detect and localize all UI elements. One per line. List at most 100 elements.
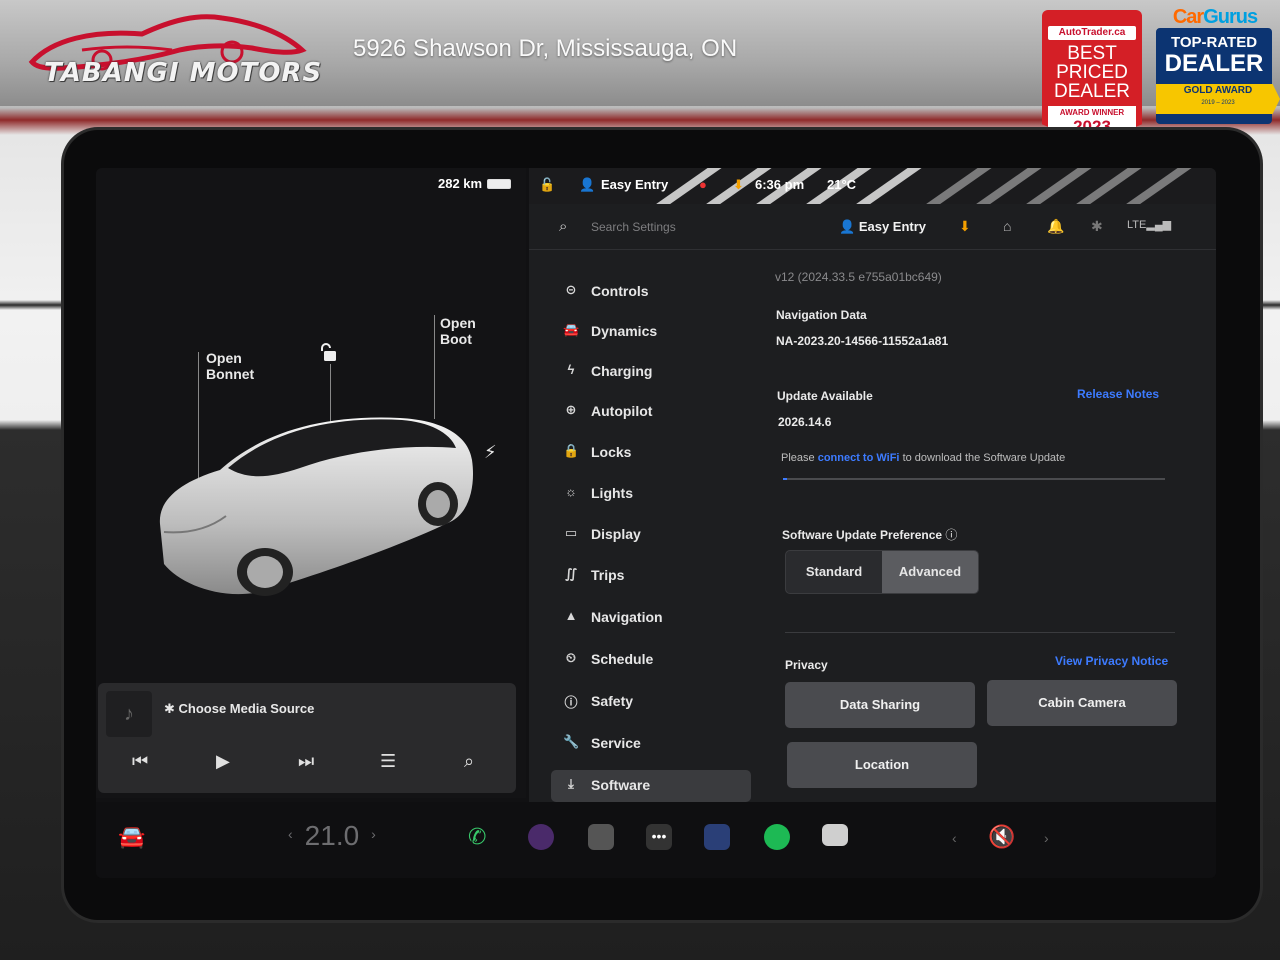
cargurus-brand: CarGurus xyxy=(1172,6,1258,28)
cargurus-years: 2019 – 2023 xyxy=(1201,100,1235,106)
spotify-icon[interactable] xyxy=(764,824,790,850)
car-model-image xyxy=(159,417,474,596)
search-icon: ⌕ xyxy=(559,218,568,235)
nav-navigation[interactable]: ▲ Navigation xyxy=(551,602,751,634)
status-profile[interactable]: Easy Entry xyxy=(601,177,668,192)
more-apps-icon[interactable]: ••• xyxy=(646,824,672,850)
battery-icon xyxy=(487,179,511,189)
climate-temperature[interactable]: ‹ 21.0 › xyxy=(276,820,388,852)
nav-software[interactable]: ⤓ Software xyxy=(551,770,751,802)
play-icon[interactable]: ▶ xyxy=(216,751,230,772)
status-download-icon: ⬇ xyxy=(733,177,744,192)
temp-up-icon[interactable]: › xyxy=(371,826,376,842)
car-icon[interactable]: 🚘 xyxy=(118,824,145,850)
software-version: v12 (2024.33.5 e755a01bc649) xyxy=(775,270,942,284)
bluetooth-status-icon[interactable]: ✱ xyxy=(1091,218,1103,235)
navigation-app-icon[interactable] xyxy=(704,824,730,850)
wrench-icon: 🔧 xyxy=(563,734,580,749)
nav-display[interactable]: ▭ Display xyxy=(551,519,751,551)
previous-track-icon[interactable]: ⏮ xyxy=(132,751,148,772)
home-icon[interactable]: ⌂ xyxy=(1003,218,1011,234)
connect-wifi-link[interactable]: connect to WiFi xyxy=(818,452,900,464)
unlock-icon[interactable] xyxy=(318,342,340,364)
bottom-dock: 🚘 ‹ 21.0 › ✆ ••• ‹ 🔇 › xyxy=(96,802,1216,878)
phone-key-icon: 🔓 xyxy=(539,177,556,192)
cargurus-award: GOLD AWARD xyxy=(1183,85,1253,96)
media-source-label: Choose Media Source xyxy=(178,701,315,716)
autotrader-line2: PRICED xyxy=(1056,62,1128,83)
status-bar: 🔓 👤 Easy Entry ● ⬇ 6:36 pm 21°C xyxy=(529,168,1216,204)
location-button[interactable]: Location xyxy=(787,742,977,788)
navigation-icon: ▲ xyxy=(564,608,578,623)
charge-port-icon[interactable]: ⚡ xyxy=(484,442,497,463)
bolt-icon: ϟ xyxy=(567,362,575,377)
battery-range: 282 km xyxy=(438,176,483,191)
nav-autopilot[interactable]: ⊕ Autopilot xyxy=(551,396,751,428)
mute-icon[interactable]: 🔇 xyxy=(988,824,1015,850)
trips-icon: ∬ xyxy=(564,566,578,581)
download-icon[interactable]: ⬇ xyxy=(959,218,971,235)
nav-data-title: Navigation Data xyxy=(776,308,867,322)
settings-search-row: ⌕ Search Settings 👤 Easy Entry ⬇ ⌂ 🔔 ✱ L… xyxy=(529,208,1216,250)
autotrader-badge: AutoTrader.ca BEST PRICED DEALER AWARD W… xyxy=(1042,10,1142,146)
camera-icon[interactable] xyxy=(588,824,614,850)
wifi-message: Please connect to WiFi to download the S… xyxy=(781,452,1066,464)
autotrader-line3: DEALER xyxy=(1053,81,1131,102)
volume-up-arrow-icon[interactable]: › xyxy=(1044,830,1049,846)
open-bonnet-button[interactable]: Open Bonnet xyxy=(206,350,254,382)
view-privacy-notice-link[interactable]: View Privacy Notice xyxy=(1055,654,1168,668)
open-boot-button[interactable]: Open Boot xyxy=(440,315,476,347)
next-track-icon[interactable]: ⏭ xyxy=(298,751,314,772)
media-search-icon[interactable]: ⌕ xyxy=(464,751,474,772)
dealer-name: TABANGI MOTORS xyxy=(44,58,323,88)
nav-dynamics[interactable]: 🚘 Dynamics xyxy=(551,316,751,348)
touchscreen: 282 km Open Bonnet Open Boot ⚡ ♪ ✱ Choos… xyxy=(96,168,1216,878)
nav-safety[interactable]: ⓘ Safety xyxy=(551,686,751,718)
nav-data-value: NA-2023.20-14566-11552a1a81 xyxy=(776,334,949,348)
nav-locks[interactable]: 🔒 Locks xyxy=(551,437,751,469)
profile-icon: 👤 xyxy=(579,177,596,192)
lte-signal-icon: LTE▂▄▆ xyxy=(1127,219,1172,231)
equalizer-icon[interactable]: ☰ xyxy=(380,751,396,772)
toggle-icon: ⊝ xyxy=(565,282,577,297)
dealer-address: 5926 Shawson Dr, Mississauga, ON xyxy=(353,35,738,62)
nav-controls[interactable]: ⊝ Controls xyxy=(551,276,751,308)
music-note-icon: ♪ xyxy=(106,691,152,737)
update-preference-title: Software Update Preference ⓘ xyxy=(782,528,958,542)
display-icon: ▭ xyxy=(564,525,578,540)
section-divider xyxy=(785,632,1175,633)
cargurus-gold-ribbon: GOLD AWARD 2019 – 2023 xyxy=(1156,84,1280,114)
calendar-icon[interactable] xyxy=(822,824,848,846)
pref-advanced-option[interactable]: Advanced xyxy=(882,551,978,593)
recording-icon: ● xyxy=(699,177,707,192)
settings-panel: 🔓 👤 Easy Entry ● ⬇ 6:36 pm 21°C ⌕ Search… xyxy=(529,168,1216,802)
release-notes-link[interactable]: Release Notes xyxy=(1077,387,1159,401)
download-progress-bar xyxy=(783,478,1165,480)
phone-icon[interactable]: ✆ xyxy=(468,824,486,850)
choose-media-source[interactable]: ✱ Choose Media Source xyxy=(164,701,314,717)
update-version: 2026.14.6 xyxy=(778,415,832,429)
update-preference-selector: Standard Advanced xyxy=(785,550,979,594)
nav-trips[interactable]: ∬ Trips xyxy=(551,560,751,592)
volume-down-arrow-icon[interactable]: ‹ xyxy=(952,830,957,846)
driver-profile-button[interactable]: 👤 Easy Entry xyxy=(839,219,926,235)
search-settings-input[interactable]: Search Settings xyxy=(591,220,676,234)
media-player: ♪ ✱ Choose Media Source ⏮ ▶ ⏭ ☰ ⌕ xyxy=(98,683,516,793)
camera-lens-icon[interactable] xyxy=(528,824,554,850)
status-time: 6:36 pm xyxy=(755,177,805,192)
cargurus-line1: TOP-RATED xyxy=(1170,34,1258,51)
nav-service[interactable]: 🔧 Service xyxy=(551,728,751,760)
update-available-title: Update Available xyxy=(777,389,873,403)
bluetooth-icon: ✱ xyxy=(164,701,179,716)
cargurus-badge: CarGurus TOP-RATED DEALER GOLD AWARD 201… xyxy=(1156,6,1280,124)
bell-icon[interactable]: 🔔 xyxy=(1047,218,1064,235)
nav-lights[interactable]: ☼ Lights xyxy=(551,478,751,510)
nav-schedule[interactable]: ⏲ Schedule xyxy=(551,644,751,676)
data-sharing-button[interactable]: Data Sharing xyxy=(785,682,975,728)
temp-down-icon[interactable]: ‹ xyxy=(288,826,293,842)
info-circle-icon[interactable]: ⓘ xyxy=(945,528,957,542)
info-icon: ⓘ xyxy=(564,695,578,710)
nav-charging[interactable]: ϟ Charging xyxy=(551,356,751,388)
pref-standard-option[interactable]: Standard xyxy=(786,551,882,593)
cabin-camera-button[interactable]: Cabin Camera xyxy=(987,680,1177,726)
